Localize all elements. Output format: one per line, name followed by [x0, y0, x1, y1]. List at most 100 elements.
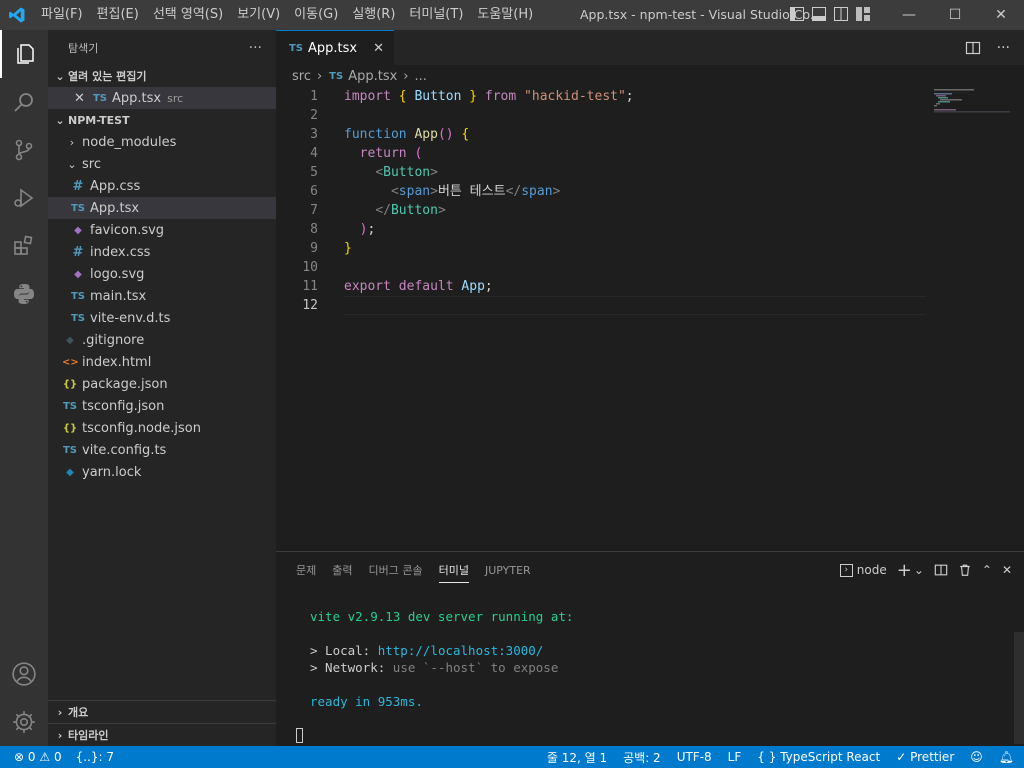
tree-item-logo-svg[interactable]: ◆ logo.svg	[48, 263, 276, 285]
code-token: }	[469, 89, 478, 104]
timeline-header[interactable]: › 타임라인	[48, 723, 276, 746]
tab-debug-console[interactable]: 디버그 콘솔	[369, 562, 423, 578]
typescript-file-icon: TS	[92, 92, 108, 104]
outline-header[interactable]: › 개요	[48, 700, 276, 723]
code-token: span	[521, 184, 553, 199]
typescript-file-icon: TS	[62, 444, 78, 456]
split-editor-icon[interactable]	[965, 40, 981, 56]
close-panel-icon[interactable]: ✕	[1002, 563, 1012, 577]
problems-status[interactable]: ⊗ 0 ⚠ 0	[14, 750, 62, 764]
tree-item-app-tsx[interactable]: TS App.tsx	[48, 197, 276, 219]
menu-edit[interactable]: 편집(E)	[90, 0, 146, 30]
tree-item-app-css[interactable]: # App.css	[48, 175, 276, 197]
tree-item-node-modules[interactable]: › node_modules	[48, 131, 276, 153]
minimap[interactable]	[934, 87, 1010, 117]
git-file-icon: ◆	[66, 334, 74, 346]
tab-app-tsx[interactable]: TS App.tsx ✕	[276, 30, 394, 65]
tree-item-favicon-svg[interactable]: ◆ favicon.svg	[48, 219, 276, 241]
tab-output[interactable]: 출력	[332, 562, 352, 578]
breadcrumb-symbols[interactable]: ...	[414, 69, 426, 84]
prettier-status[interactable]: ✓ Prettier	[896, 750, 954, 764]
tree-item-package-json[interactable]: {} package.json	[48, 373, 276, 395]
minimize-button[interactable]: —	[886, 0, 932, 30]
chevron-down-icon[interactable]: ⌄	[914, 563, 924, 577]
open-editor-desc: src	[167, 91, 184, 105]
search-button[interactable]	[0, 78, 48, 126]
code-line: 11 export default App;	[276, 277, 926, 296]
feedback-icon[interactable]: ☺	[970, 750, 983, 764]
tab-terminal[interactable]: 터미널	[438, 562, 469, 583]
menu-go[interactable]: 이동(G)	[287, 0, 345, 30]
code-token: }	[344, 241, 352, 256]
tree-item-vite-env[interactable]: TS vite-env.d.ts	[48, 307, 276, 329]
tree-item-gitignore[interactable]: ◆ .gitignore	[48, 329, 276, 351]
folder-header[interactable]: ⌄ NPM-TEST	[48, 109, 276, 131]
terminal-output[interactable]: vite v2.9.13 dev server running at: > Lo…	[310, 608, 573, 710]
close-window-button[interactable]: ✕	[978, 0, 1024, 30]
code-token: ;	[484, 279, 493, 294]
open-editor-item[interactable]: ✕ TS App.tsx src	[48, 87, 276, 109]
brace-status[interactable]: {..}: 7	[76, 750, 114, 764]
notifications-bell-icon[interactable]: 🔔︎	[999, 750, 1014, 764]
close-tab-button[interactable]: ✕	[373, 41, 384, 56]
toggle-sidebar-icon[interactable]	[790, 7, 804, 21]
toggle-secondary-sidebar-icon[interactable]	[834, 7, 848, 21]
language-mode[interactable]: { } TypeScript React	[757, 750, 880, 764]
menu-run[interactable]: 실행(R)	[345, 0, 402, 30]
tree-item-tsconfig-node-json[interactable]: {} tsconfig.node.json	[48, 417, 276, 439]
python-button[interactable]	[0, 270, 48, 318]
tab-jupyter[interactable]: JUPYTER	[485, 564, 531, 577]
run-debug-button[interactable]	[0, 174, 48, 222]
python-icon	[14, 284, 34, 304]
split-terminal-icon[interactable]	[934, 563, 948, 577]
end-of-line[interactable]: LF	[728, 750, 742, 764]
customize-layout-icon[interactable]	[856, 7, 870, 21]
terminal-scrollbar[interactable]	[1014, 632, 1024, 744]
explorer-button[interactable]	[0, 30, 48, 78]
terminal-line: ready in 953ms.	[310, 694, 423, 709]
breadcrumb-folder[interactable]: src	[292, 69, 311, 84]
menu-help[interactable]: 도움말(H)	[470, 0, 540, 30]
tree-item-yarn-lock[interactable]: ◆ yarn.lock	[48, 461, 276, 483]
tab-problems[interactable]: 문제	[296, 562, 316, 578]
tree-item-index-css[interactable]: # index.css	[48, 241, 276, 263]
open-editors-header[interactable]: ⌄ 열려 있는 편집기	[48, 65, 276, 87]
toggle-panel-icon[interactable]	[812, 7, 826, 21]
search-icon	[14, 93, 33, 112]
maximize-button[interactable]: ☐	[932, 0, 978, 30]
error-icon: ⊗	[14, 750, 25, 764]
tree-item-label: logo.svg	[90, 266, 145, 282]
code-editor[interactable]: 1 import { Button } from "hackid-test"; 2…	[276, 87, 926, 315]
breadcrumb-file[interactable]: App.tsx	[348, 69, 397, 84]
encoding[interactable]: UTF-8	[677, 750, 712, 764]
new-terminal-icon[interactable]: +	[897, 560, 912, 581]
settings-gear-icon	[13, 711, 35, 733]
cursor-position[interactable]: 줄 12, 열 1	[547, 749, 607, 766]
more-actions-icon[interactable]: ···	[997, 40, 1010, 56]
indentation[interactable]: 공백: 2	[623, 749, 661, 766]
menu-view[interactable]: 보기(V)	[230, 0, 287, 30]
sidebar-bottom-sections: › 개요 › 타임라인	[48, 700, 276, 746]
tree-item-tsconfig-json[interactable]: TS tsconfig.json	[48, 395, 276, 417]
tree-item-src[interactable]: ⌄ src	[48, 153, 276, 175]
extensions-button[interactable]	[0, 222, 48, 270]
explorer-more-actions-button[interactable]: ···	[249, 40, 262, 56]
menu-file[interactable]: 파일(F)	[34, 0, 90, 30]
accounts-button[interactable]	[0, 650, 48, 698]
source-control-button[interactable]	[0, 126, 48, 174]
terminal-local-url[interactable]: http://localhost:3000/	[378, 643, 544, 658]
line-number: 9	[310, 241, 318, 256]
tree-item-main-tsx[interactable]: TS main.tsx	[48, 285, 276, 307]
chevron-right-icon: ›	[69, 135, 75, 149]
manage-button[interactable]	[0, 698, 48, 746]
tree-item-index-html[interactable]: <> index.html	[48, 351, 276, 373]
line-number: 3	[310, 127, 318, 142]
menu-terminal[interactable]: 터미널(T)	[402, 0, 470, 30]
terminal-name[interactable]: node	[857, 563, 887, 577]
tree-item-vite-config[interactable]: TS vite.config.ts	[48, 439, 276, 461]
maximize-panel-icon[interactable]: ⌃	[982, 563, 992, 577]
menu-selection[interactable]: 선택 영역(S)	[146, 0, 230, 30]
close-editor-icon[interactable]: ✕	[74, 91, 92, 106]
trash-icon[interactable]	[958, 563, 972, 577]
language-label: TypeScript React	[780, 750, 881, 764]
